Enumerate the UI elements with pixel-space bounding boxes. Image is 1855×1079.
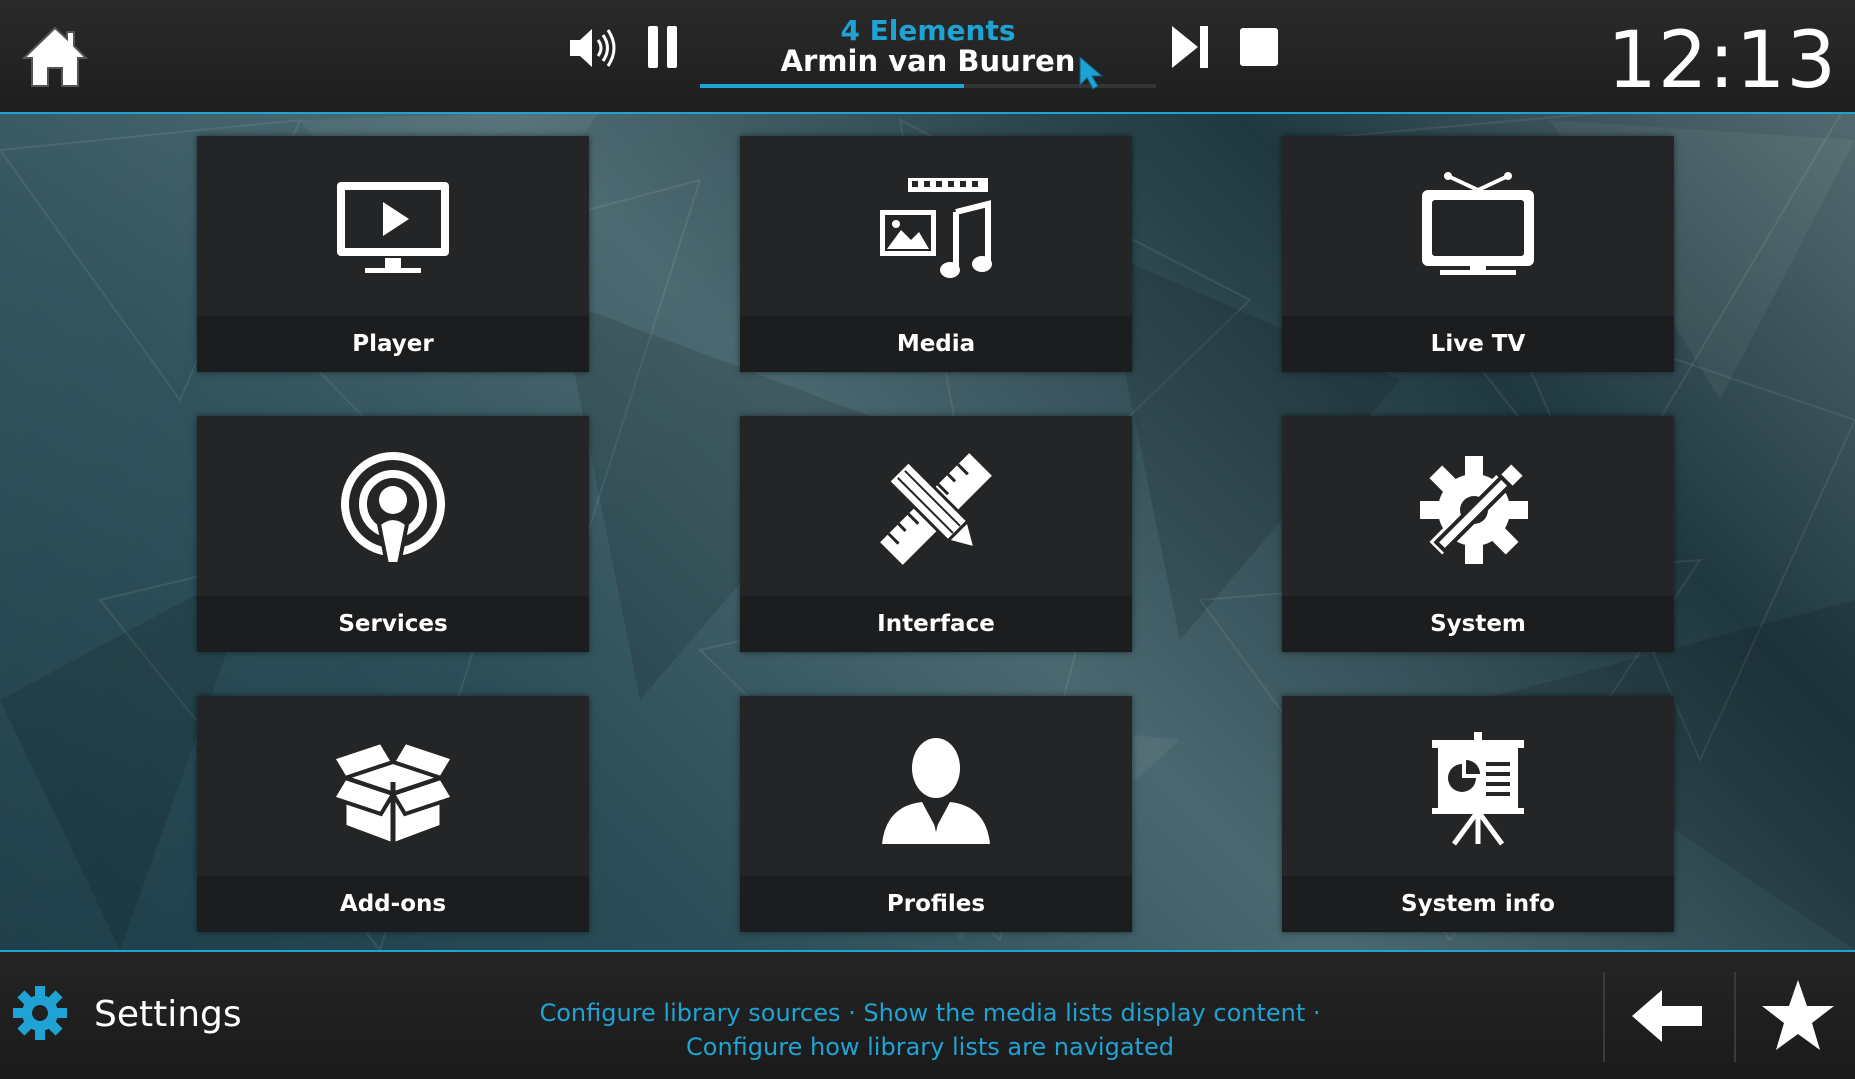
volume-button[interactable] <box>568 26 618 70</box>
hint-line: Configure how library lists are navigate… <box>686 1033 1174 1061</box>
tile-system[interactable]: System <box>1282 416 1674 652</box>
section-hint: Configure library sources · Show the med… <box>520 996 1340 1064</box>
clock: 12:13 <box>1607 16 1837 106</box>
progress-fill <box>700 84 965 88</box>
pause-button[interactable] <box>648 26 678 68</box>
top-bar: 4 Elements Armin van Buuren 12:13 <box>0 0 1855 114</box>
mouse-cursor-icon <box>1078 55 1106 91</box>
favourites-button[interactable] <box>1760 978 1836 1052</box>
gear-wrench-icon <box>1420 456 1529 564</box>
skip-next-icon <box>1172 26 1208 68</box>
section-title: Settings <box>94 994 242 1035</box>
tile-label: Services <box>197 596 589 652</box>
box-icon <box>333 739 453 846</box>
tile-services[interactable]: Services <box>197 416 589 652</box>
podcast-icon <box>341 452 445 566</box>
settings-icon <box>12 985 68 1041</box>
tile-media[interactable]: Media <box>740 136 1132 372</box>
ruler-pencil-icon <box>880 453 992 565</box>
tile-label: System <box>1282 596 1674 652</box>
media-icon <box>880 178 992 278</box>
arrow-left-icon <box>1632 990 1702 1042</box>
tile-interface[interactable]: Interface <box>740 416 1132 652</box>
user-icon <box>882 738 990 844</box>
star-icon <box>1762 980 1834 1050</box>
back-button[interactable] <box>1630 986 1706 1046</box>
tile-label: System info <box>1282 876 1674 932</box>
presentation-icon <box>1432 732 1524 846</box>
home-button[interactable] <box>21 24 89 90</box>
tile-label: Profiles <box>740 876 1132 932</box>
tile-label: Media <box>740 316 1132 372</box>
now-playing-title: 4 Elements <box>840 14 1016 47</box>
tile-system-info[interactable]: System info <box>1282 696 1674 932</box>
tile-live-tv[interactable]: Live TV <box>1282 136 1674 372</box>
tile-label: Live TV <box>1282 316 1674 372</box>
tile-label: Add-ons <box>197 876 589 932</box>
divider <box>1734 972 1736 1062</box>
monitor-play-icon <box>337 182 449 273</box>
hint-line: Configure library sources · Show the med… <box>539 999 1321 1027</box>
tv-icon <box>1422 172 1534 275</box>
tile-add-ons[interactable]: Add-ons <box>197 696 589 932</box>
tile-profiles[interactable]: Profiles <box>740 696 1132 932</box>
stop-button[interactable] <box>1240 28 1278 66</box>
next-track-button[interactable] <box>1170 24 1210 70</box>
tile-label: Interface <box>740 596 1132 652</box>
tile-player[interactable]: Player <box>197 136 589 372</box>
pause-icon <box>648 26 677 68</box>
volume-icon <box>570 29 616 67</box>
divider <box>1603 972 1605 1062</box>
home-icon <box>21 26 89 87</box>
tile-label: Player <box>197 316 589 372</box>
bottom-bar: Settings Configure library sources · Sho… <box>0 950 1855 1079</box>
